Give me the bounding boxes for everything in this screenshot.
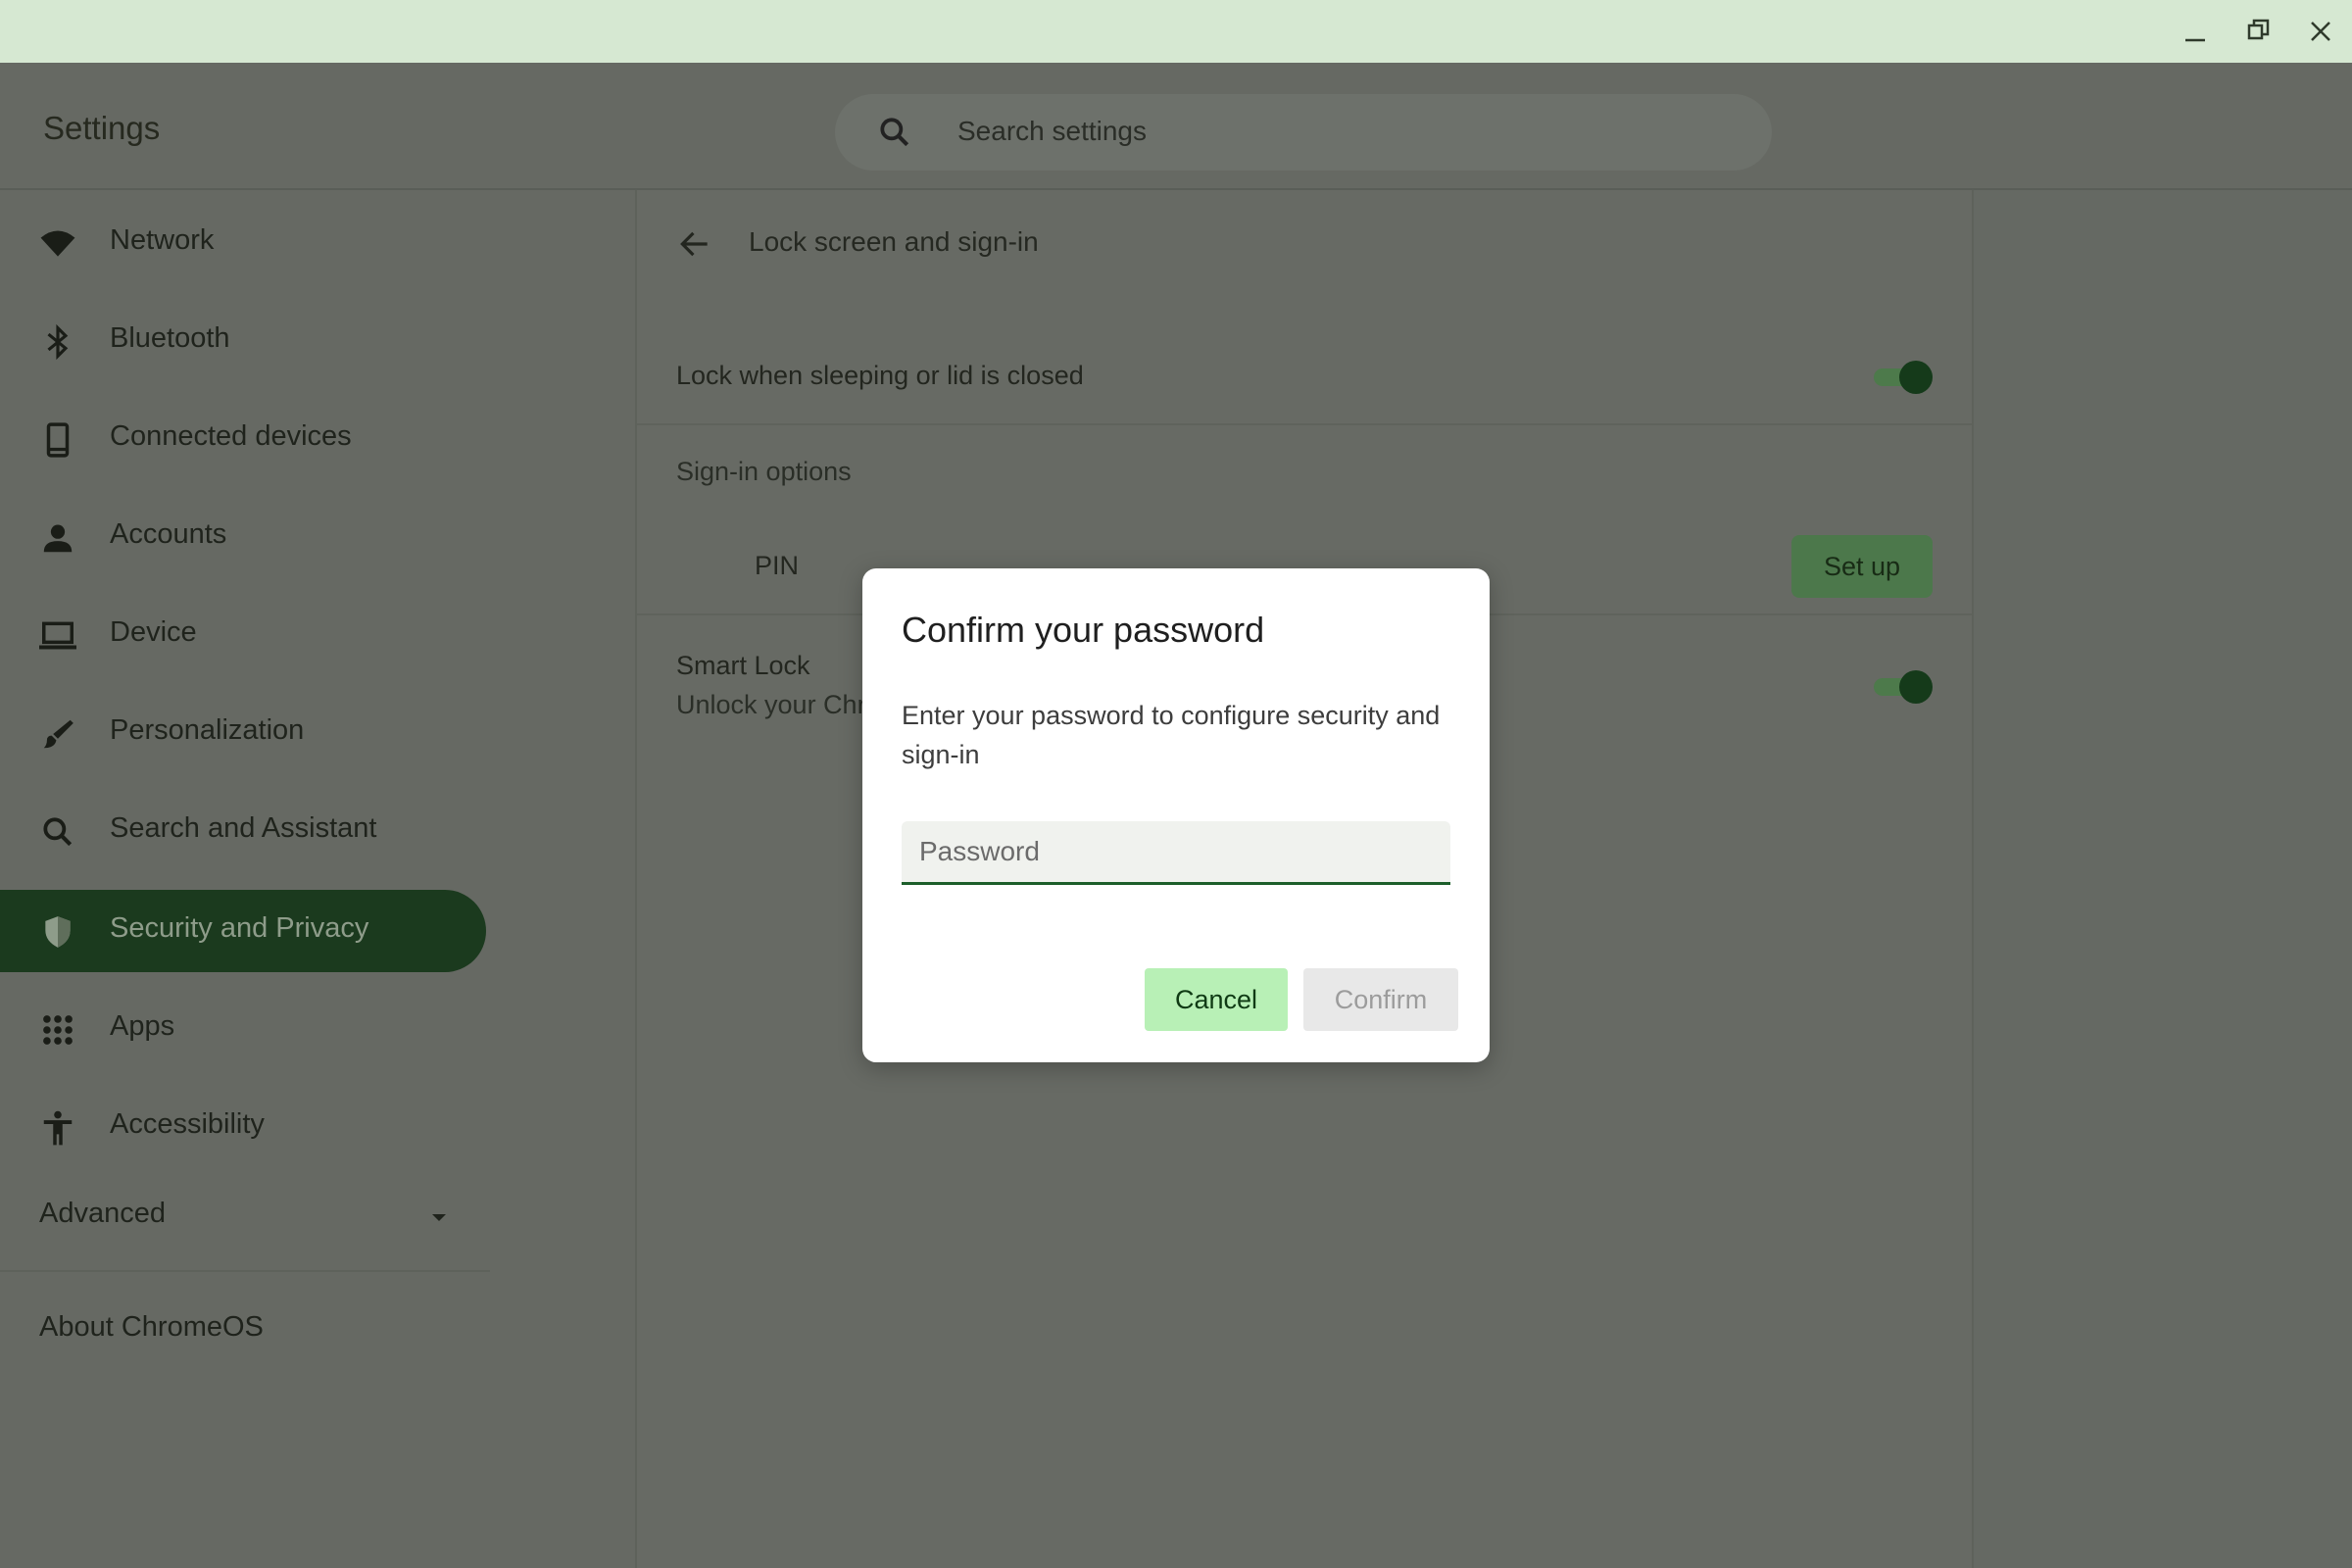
sidebar-divider	[0, 1270, 490, 1272]
lock-when-sleeping-toggle[interactable]	[1870, 359, 1933, 394]
sidebar-item-label: Connected devices	[110, 420, 352, 452]
minimize-icon[interactable]	[2176, 12, 2215, 51]
sidebar-item-apps[interactable]: Apps	[0, 988, 486, 1070]
smart-lock-sublabel: Unlock your Chr	[676, 690, 866, 719]
apps-grid-icon	[39, 1011, 76, 1049]
sidebar-item-label: Search and Assistant	[110, 812, 377, 844]
search-icon	[39, 813, 76, 851]
dialog-body: Enter your password to configure securit…	[902, 701, 1441, 769]
sidebar-item-label: Accounts	[110, 518, 227, 550]
shield-icon	[39, 913, 76, 951]
password-input[interactable]	[917, 831, 1431, 872]
smart-lock-toggle[interactable]	[1870, 668, 1933, 704]
back-arrow-icon[interactable]	[676, 225, 713, 263]
chevron-down-icon[interactable]	[429, 1211, 449, 1230]
page-header: Lock screen and sign-in	[637, 190, 1972, 308]
restore-icon[interactable]	[2238, 12, 2278, 51]
sidebar-item-label: Apps	[110, 1010, 175, 1042]
sidebar-item-accessibility[interactable]: Accessibility	[0, 1086, 486, 1168]
phone-icon	[39, 421, 76, 459]
password-field[interactable]	[902, 821, 1450, 885]
sidebar-item-label: Bluetooth	[110, 322, 230, 354]
confirm-button[interactable]: Confirm	[1303, 968, 1458, 1031]
search-input[interactable]: Search settings	[835, 94, 1772, 171]
sidebar-item-label: Security and Privacy	[110, 912, 369, 944]
close-icon[interactable]	[2301, 12, 2340, 51]
sidebar-item-bluetooth[interactable]: Bluetooth	[0, 300, 486, 382]
sidebar: Network Bluetooth Connected devices Acco…	[0, 190, 635, 1568]
window-titlebar	[0, 0, 2352, 63]
sidebar-item-search-and-assistant[interactable]: Search and Assistant	[0, 790, 486, 872]
signin-options-heading: Sign-in options	[676, 457, 852, 486]
bluetooth-icon	[39, 323, 76, 361]
row-divider	[637, 423, 1972, 425]
lock-when-sleeping-label: Lock when sleeping or lid is closed	[676, 361, 1084, 390]
pin-setup-button[interactable]: Set up	[1791, 535, 1933, 598]
search-icon	[876, 114, 913, 151]
app-title: Settings	[43, 110, 161, 146]
sidebar-item-device[interactable]: Device	[0, 594, 486, 676]
accessibility-icon	[39, 1109, 76, 1147]
sidebar-advanced[interactable]: Advanced	[39, 1198, 166, 1230]
sidebar-item-label: Personalization	[110, 714, 305, 746]
app-header: Settings Search settings	[0, 63, 2352, 190]
wifi-icon	[39, 225, 76, 263]
page-title: Lock screen and sign-in	[749, 226, 1039, 257]
search-placeholder: Search settings	[957, 116, 1147, 146]
confirm-password-dialog: Confirm your password Enter your passwor…	[862, 568, 1490, 1062]
sidebar-item-label: Accessibility	[110, 1108, 265, 1140]
smart-lock-label: Smart Lock	[676, 651, 810, 680]
pin-label: PIN	[755, 551, 800, 580]
sidebar-item-network[interactable]: Network	[0, 202, 486, 284]
sidebar-about[interactable]: About ChromeOS	[39, 1311, 264, 1344]
brush-icon	[39, 715, 76, 753]
sidebar-item-security-and-privacy[interactable]: Security and Privacy	[0, 890, 486, 972]
dialog-title: Confirm your password	[902, 610, 1265, 650]
person-icon	[39, 519, 76, 557]
sidebar-item-connected-devices[interactable]: Connected devices	[0, 398, 486, 480]
sidebar-item-label: Device	[110, 616, 197, 648]
sidebar-item-accounts[interactable]: Accounts	[0, 496, 486, 578]
cancel-button[interactable]: Cancel	[1145, 968, 1288, 1031]
sidebar-item-label: Network	[110, 224, 215, 256]
sidebar-item-personalization[interactable]: Personalization	[0, 692, 486, 774]
laptop-icon	[39, 617, 76, 655]
